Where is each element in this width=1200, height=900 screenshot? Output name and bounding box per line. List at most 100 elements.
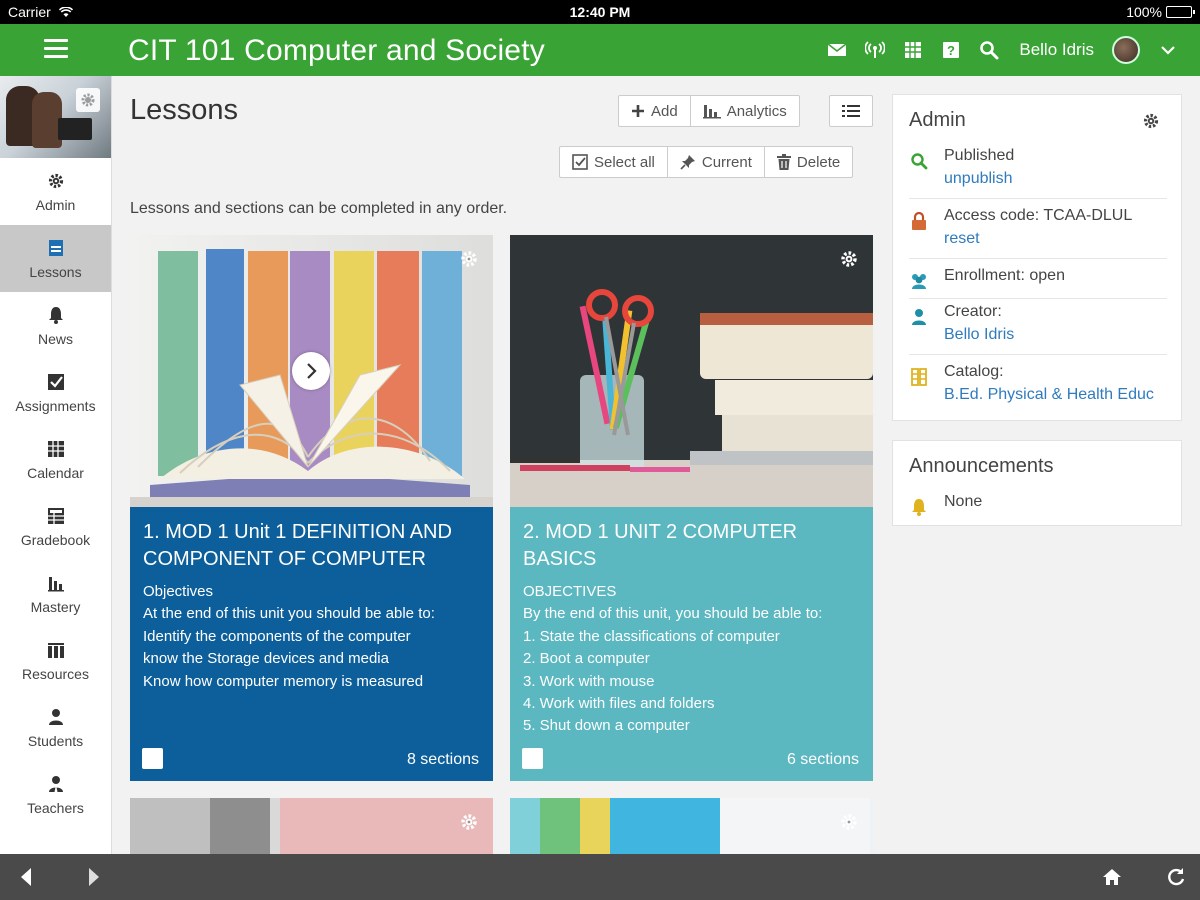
trash-icon <box>776 154 791 170</box>
next-arrow-button[interactable] <box>292 352 330 390</box>
gear-icon[interactable] <box>1141 111 1161 131</box>
avatar[interactable] <box>1112 36 1140 64</box>
course-thumbnail[interactable] <box>0 76 111 158</box>
gear-icon[interactable] <box>457 247 481 271</box>
lesson-description: OBJECTIVES By the end of this unit, you … <box>523 583 823 735</box>
header-actions: ? Bello Idris <box>827 24 1178 76</box>
nav-item-teachers[interactable]: Teachers <box>0 761 111 828</box>
select-all-button[interactable]: Select all <box>560 147 668 177</box>
nav-item-students[interactable]: Students <box>0 694 111 761</box>
course-title[interactable]: CIT 101 Computer and Society <box>128 34 545 68</box>
gear-icon[interactable] <box>837 810 861 834</box>
user-name[interactable]: Bello Idris <box>1019 40 1094 60</box>
resources-icon <box>46 640 66 660</box>
unpublish-link[interactable]: unpublish <box>944 170 1013 188</box>
nav-item-label: Assignments <box>15 397 96 414</box>
access-code-row: Access code: TCAA-DLUL reset <box>909 207 1167 259</box>
nav-item-label: Calendar <box>27 464 84 481</box>
calendar-icon <box>46 439 66 459</box>
lesson-card[interactable] <box>510 798 873 854</box>
search-icon <box>909 151 929 171</box>
status-bar: Carrier 12:40 PM 100% <box>0 0 1200 24</box>
chevron-down-icon[interactable] <box>1158 40 1178 60</box>
nav-item-label: Teachers <box>27 799 84 816</box>
catalog-icon <box>909 367 929 387</box>
checkbox-icon <box>46 372 66 392</box>
browser-toolbar <box>0 854 1200 900</box>
app-header: CIT 101 Computer and Society ? Bello Idr… <box>0 24 1200 76</box>
lesson-title[interactable]: 2. MOD 1 UNIT 2 COMPUTER BASICS <box>523 519 860 573</box>
creator-label: Creator: <box>944 303 1002 320</box>
mail-icon[interactable] <box>827 40 847 60</box>
gear-icon[interactable] <box>76 88 100 112</box>
desk-supplies-illustration <box>510 235 873 507</box>
announcement-row: None <box>909 493 1167 521</box>
refresh-icon[interactable] <box>1164 865 1188 889</box>
lesson-select-checkbox[interactable] <box>142 748 163 769</box>
nav-item-calendar[interactable]: Calendar <box>0 426 111 493</box>
current-button[interactable]: Current <box>668 147 765 177</box>
person-icon <box>46 707 66 727</box>
nav-item-label: Students <box>27 732 84 749</box>
lessons-icon <box>46 238 66 258</box>
hamburger-menu-icon[interactable] <box>44 39 68 61</box>
selection-toolbar: Select all Current Delete <box>559 146 854 178</box>
gradebook-icon <box>46 506 66 526</box>
clock: 12:40 PM <box>569 4 631 20</box>
calendar-grid-icon[interactable] <box>903 40 923 60</box>
nav-item-admin[interactable]: Admin <box>0 158 111 225</box>
lesson-card[interactable]: 2. MOD 1 UNIT 2 COMPUTER BASICS OBJECTIV… <box>510 235 873 781</box>
lesson-image[interactable] <box>130 235 493 507</box>
lesson-image <box>130 798 493 854</box>
nav-item-mastery[interactable]: Mastery <box>0 560 111 627</box>
nav-item-label: News <box>37 330 73 347</box>
catalog-link[interactable]: B.Ed. Physical & Health Educ <box>944 386 1154 404</box>
nav-item-lessons[interactable]: Lessons <box>0 225 111 292</box>
broadcast-icon[interactable] <box>865 40 886 60</box>
nav-item-label: Resources <box>22 665 89 682</box>
bell-icon <box>46 305 66 325</box>
reset-link[interactable]: reset <box>944 230 980 248</box>
lesson-image[interactable] <box>510 235 873 507</box>
lock-icon <box>909 211 929 231</box>
nav-item-label: Lessons <box>29 263 82 280</box>
nav-item-assignments[interactable]: Assignments <box>0 359 111 426</box>
nav-item-gradebook[interactable]: Gradebook <box>0 493 111 560</box>
lesson-card[interactable]: 1. MOD 1 Unit 1 DEFINITION AND COMPONENT… <box>130 235 493 781</box>
lesson-body[interactable]: 2. MOD 1 UNIT 2 COMPUTER BASICS OBJECTIV… <box>510 507 873 781</box>
creator-link[interactable]: Bello Idris <box>944 326 1014 344</box>
lesson-description: Objectives At the end of this unit you s… <box>143 583 435 690</box>
admin-panel: Admin Published unpublish Access code: T… <box>892 94 1182 421</box>
bell-icon <box>909 497 929 517</box>
lesson-order-note: Lessons and sections can be completed in… <box>130 200 508 217</box>
search-icon[interactable] <box>979 40 999 60</box>
admin-panel-title: Admin <box>909 109 966 131</box>
gear-icon[interactable] <box>837 247 861 271</box>
add-button[interactable]: Add <box>619 96 691 126</box>
nav-item-label: Mastery <box>30 598 81 615</box>
forward-arrow-icon[interactable] <box>82 865 106 889</box>
battery-status: 100% <box>1126 4 1195 20</box>
announcements-title: Announcements <box>909 455 1054 477</box>
creator-row: Creator: Bello Idris <box>909 303 1167 355</box>
analytics-button[interactable]: Analytics <box>691 96 799 126</box>
delete-button[interactable]: Delete <box>765 147 852 177</box>
lesson-body[interactable]: 1. MOD 1 Unit 1 DEFINITION AND COMPONENT… <box>130 507 493 781</box>
add-analytics-group: Add Analytics <box>618 95 800 127</box>
lessons-main: Lessons Add Analytics Select all Current… <box>112 76 884 854</box>
lesson-card[interactable] <box>130 798 493 854</box>
announcements-panel: Announcements None <box>892 440 1182 526</box>
back-arrow-icon[interactable] <box>14 865 38 889</box>
lesson-select-checkbox[interactable] <box>522 748 543 769</box>
catalog-label: Catalog: <box>944 363 1004 380</box>
lesson-image <box>510 798 873 854</box>
pin-icon <box>680 155 695 170</box>
help-icon[interactable]: ? <box>941 40 961 60</box>
lesson-title[interactable]: 1. MOD 1 Unit 1 DEFINITION AND COMPONENT… <box>143 519 480 573</box>
gear-icon[interactable] <box>457 810 481 834</box>
nav-item-resources[interactable]: Resources <box>0 627 111 694</box>
list-view-button[interactable] <box>830 96 872 126</box>
checkbox-icon <box>572 154 588 170</box>
nav-item-news[interactable]: News <box>0 292 111 359</box>
home-icon[interactable] <box>1100 865 1124 889</box>
